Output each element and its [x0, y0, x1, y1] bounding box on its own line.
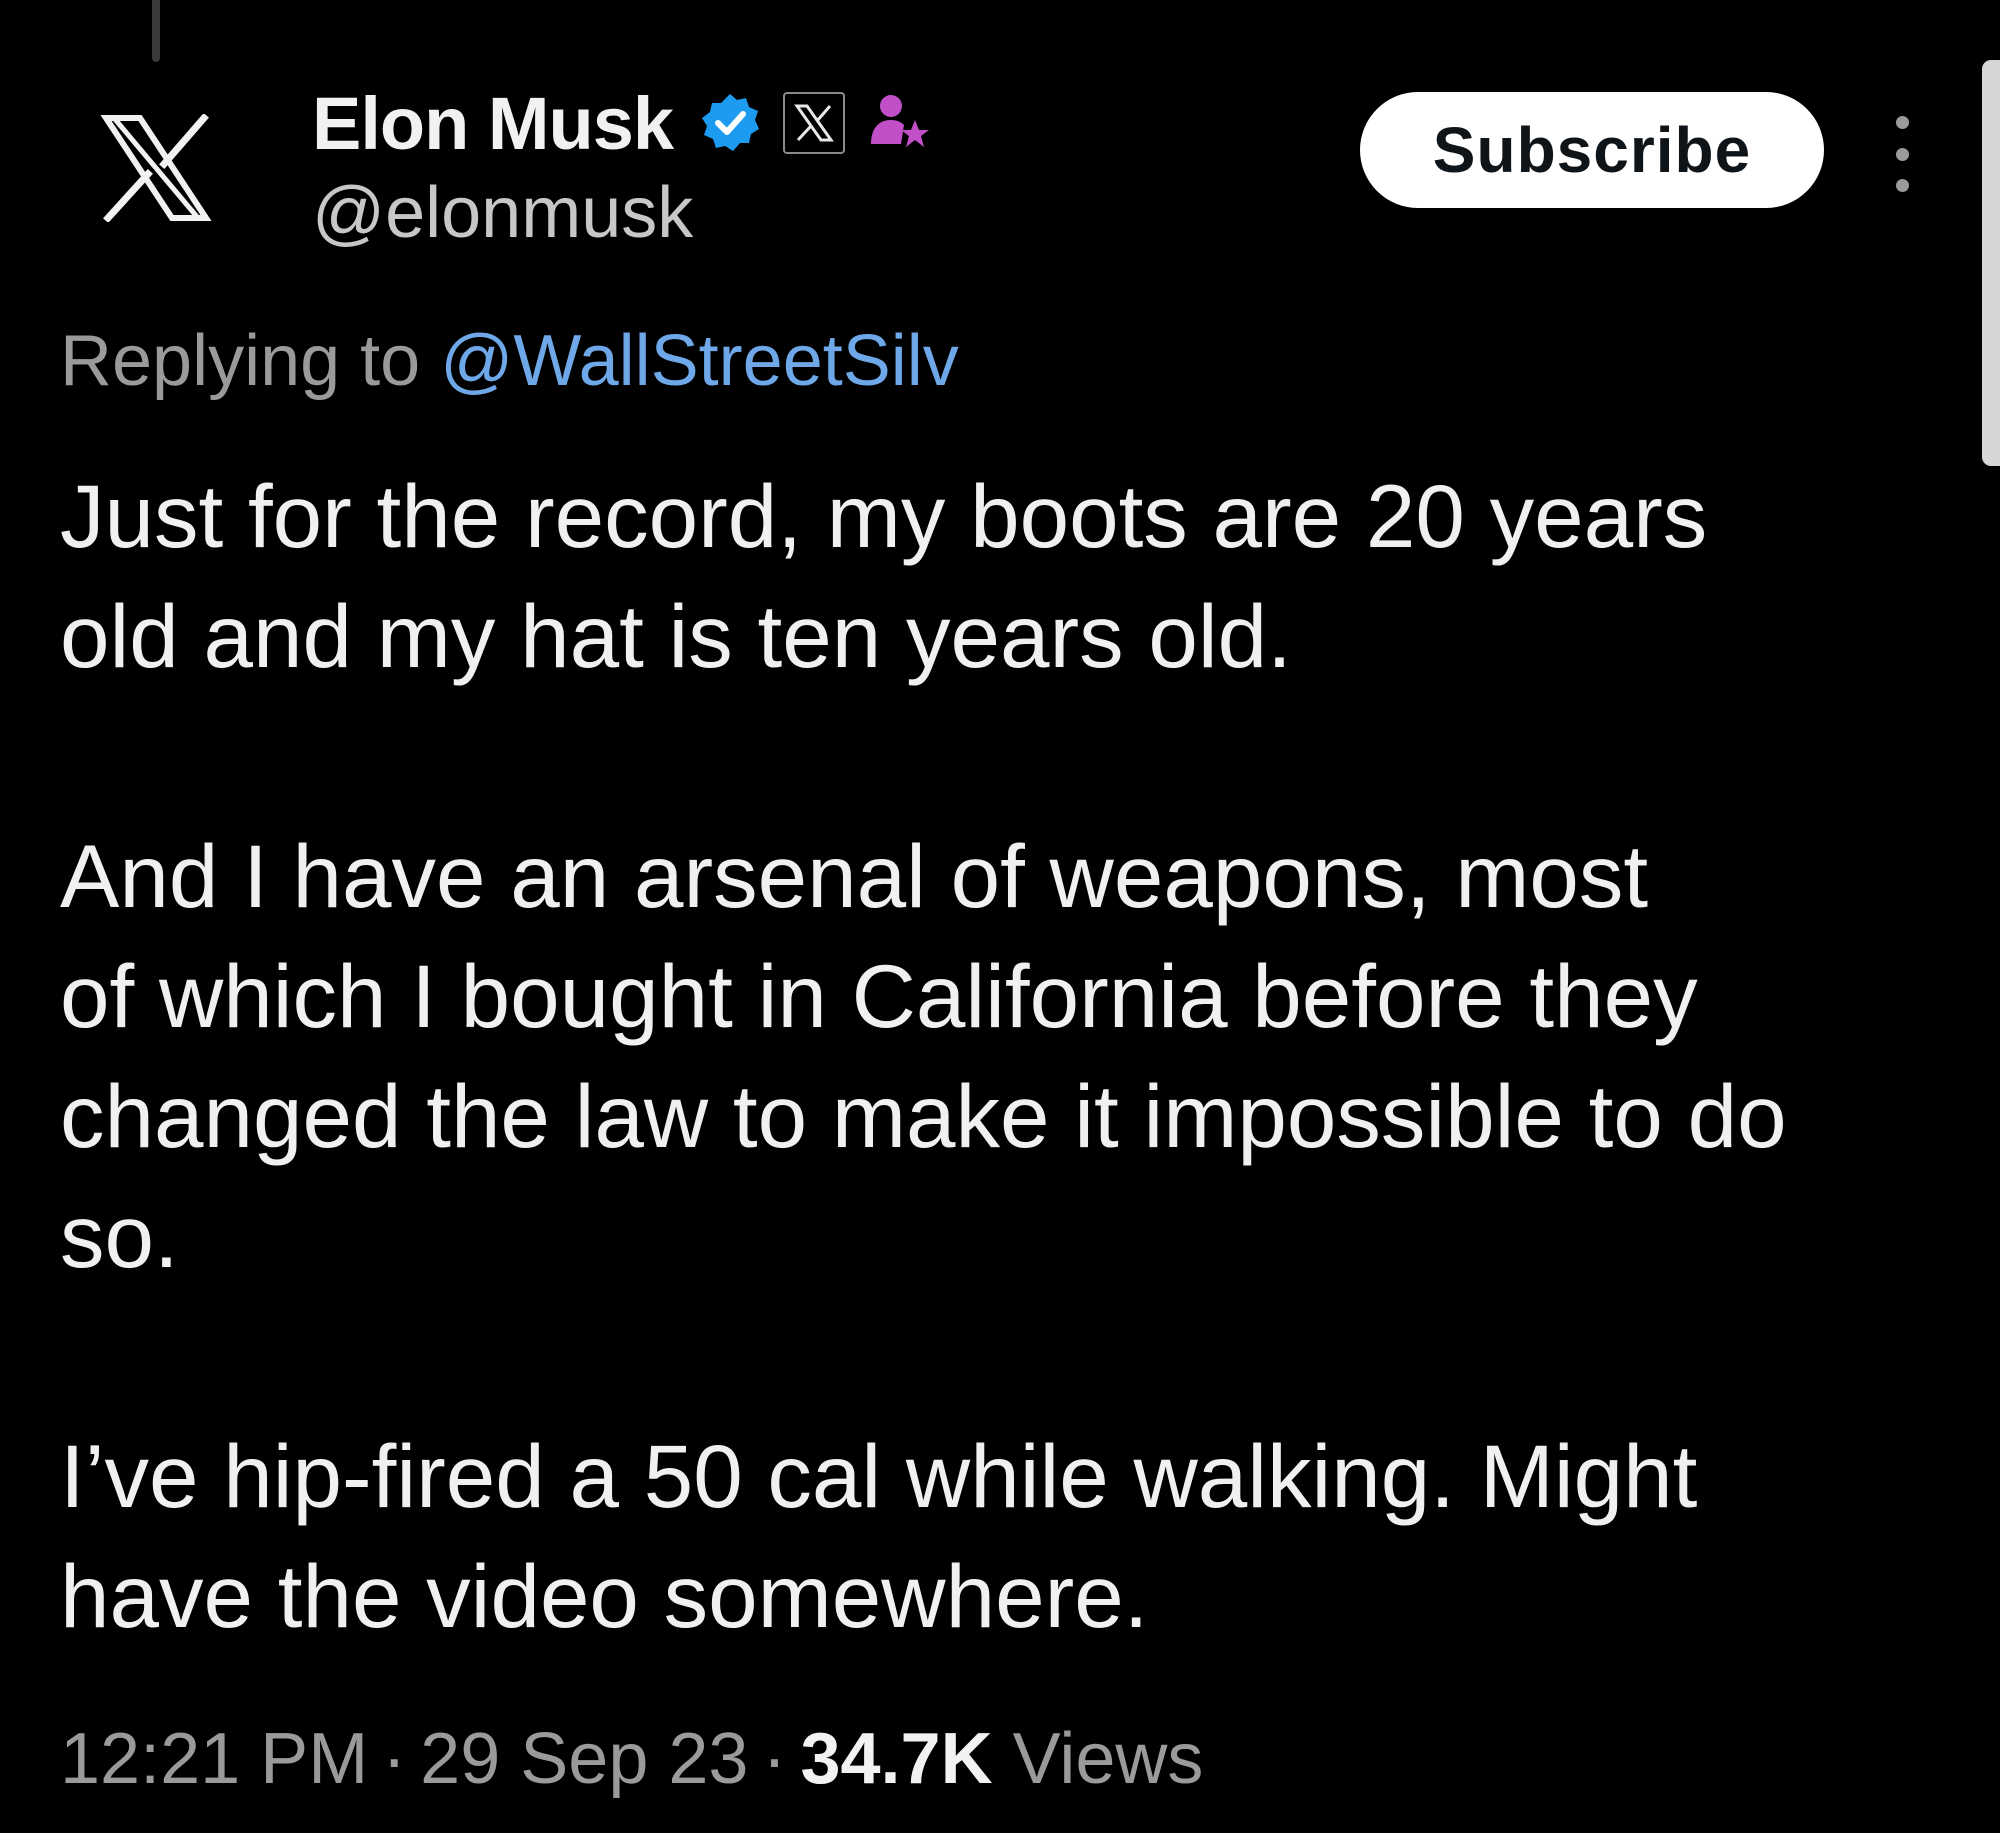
more-dot	[1895, 116, 1909, 129]
tweet-text-line: Just for the record, my boots are 20 yea…	[60, 466, 1708, 566]
replying-to-label: Replying to	[60, 321, 421, 401]
person-star-icon[interactable]	[865, 90, 931, 156]
reply-handle-link[interactable]: @WallStreetSilv	[440, 321, 959, 401]
more-dot	[1895, 179, 1909, 192]
tweet-text-line: changed the law to make it impossible to…	[60, 1066, 1787, 1166]
scrollbar-thumb[interactable]	[1982, 60, 2000, 466]
tweet-time[interactable]: 12:21 PM	[60, 1719, 368, 1799]
tweet-text-line: old and my hat is ten years old.	[60, 586, 1292, 686]
tweet-meta: 12:21 PM · 29 Sep 23 · 34.7K Views	[60, 1718, 1203, 1800]
tweet-text: Just for the record, my boots are 20 yea…	[60, 456, 1940, 1656]
x-logo-icon	[100, 114, 212, 222]
affiliate-x-icon[interactable]	[783, 92, 846, 154]
more-dot	[1895, 147, 1909, 161]
more-vertical-icon[interactable]	[1882, 116, 1922, 192]
replying-to-line: Replying to @WallStreetSilv	[60, 320, 959, 402]
subscribe-button[interactable]: Subscribe	[1360, 92, 1824, 208]
tweet-text-line: I’ve hip-fired a 50 cal while walking. M…	[60, 1426, 1698, 1526]
tweet-text-line: so.	[60, 1186, 179, 1286]
tweet-text-line: of which I bought in California before t…	[60, 946, 1698, 1046]
verified-badge-icon[interactable]	[699, 92, 761, 154]
views-count: 34.7K	[800, 1719, 993, 1799]
views-label: Views	[1012, 1719, 1204, 1799]
author-name-row: Elon Musk	[312, 78, 931, 168]
meta-separator: ·	[382, 1719, 407, 1799]
meta-separator: ·	[762, 1719, 787, 1799]
author-display-name[interactable]: Elon Musk	[312, 81, 674, 166]
thread-connector-line	[152, 0, 160, 62]
tweet-date[interactable]: 29 Sep 23	[420, 1719, 748, 1799]
avatar[interactable]	[96, 108, 216, 228]
author-handle[interactable]: @elonmusk	[312, 172, 693, 254]
tweet-text-line: And I have an arsenal of weapons, most	[60, 826, 1649, 926]
tweet-text-line: have the video somewhere.	[60, 1546, 1149, 1646]
